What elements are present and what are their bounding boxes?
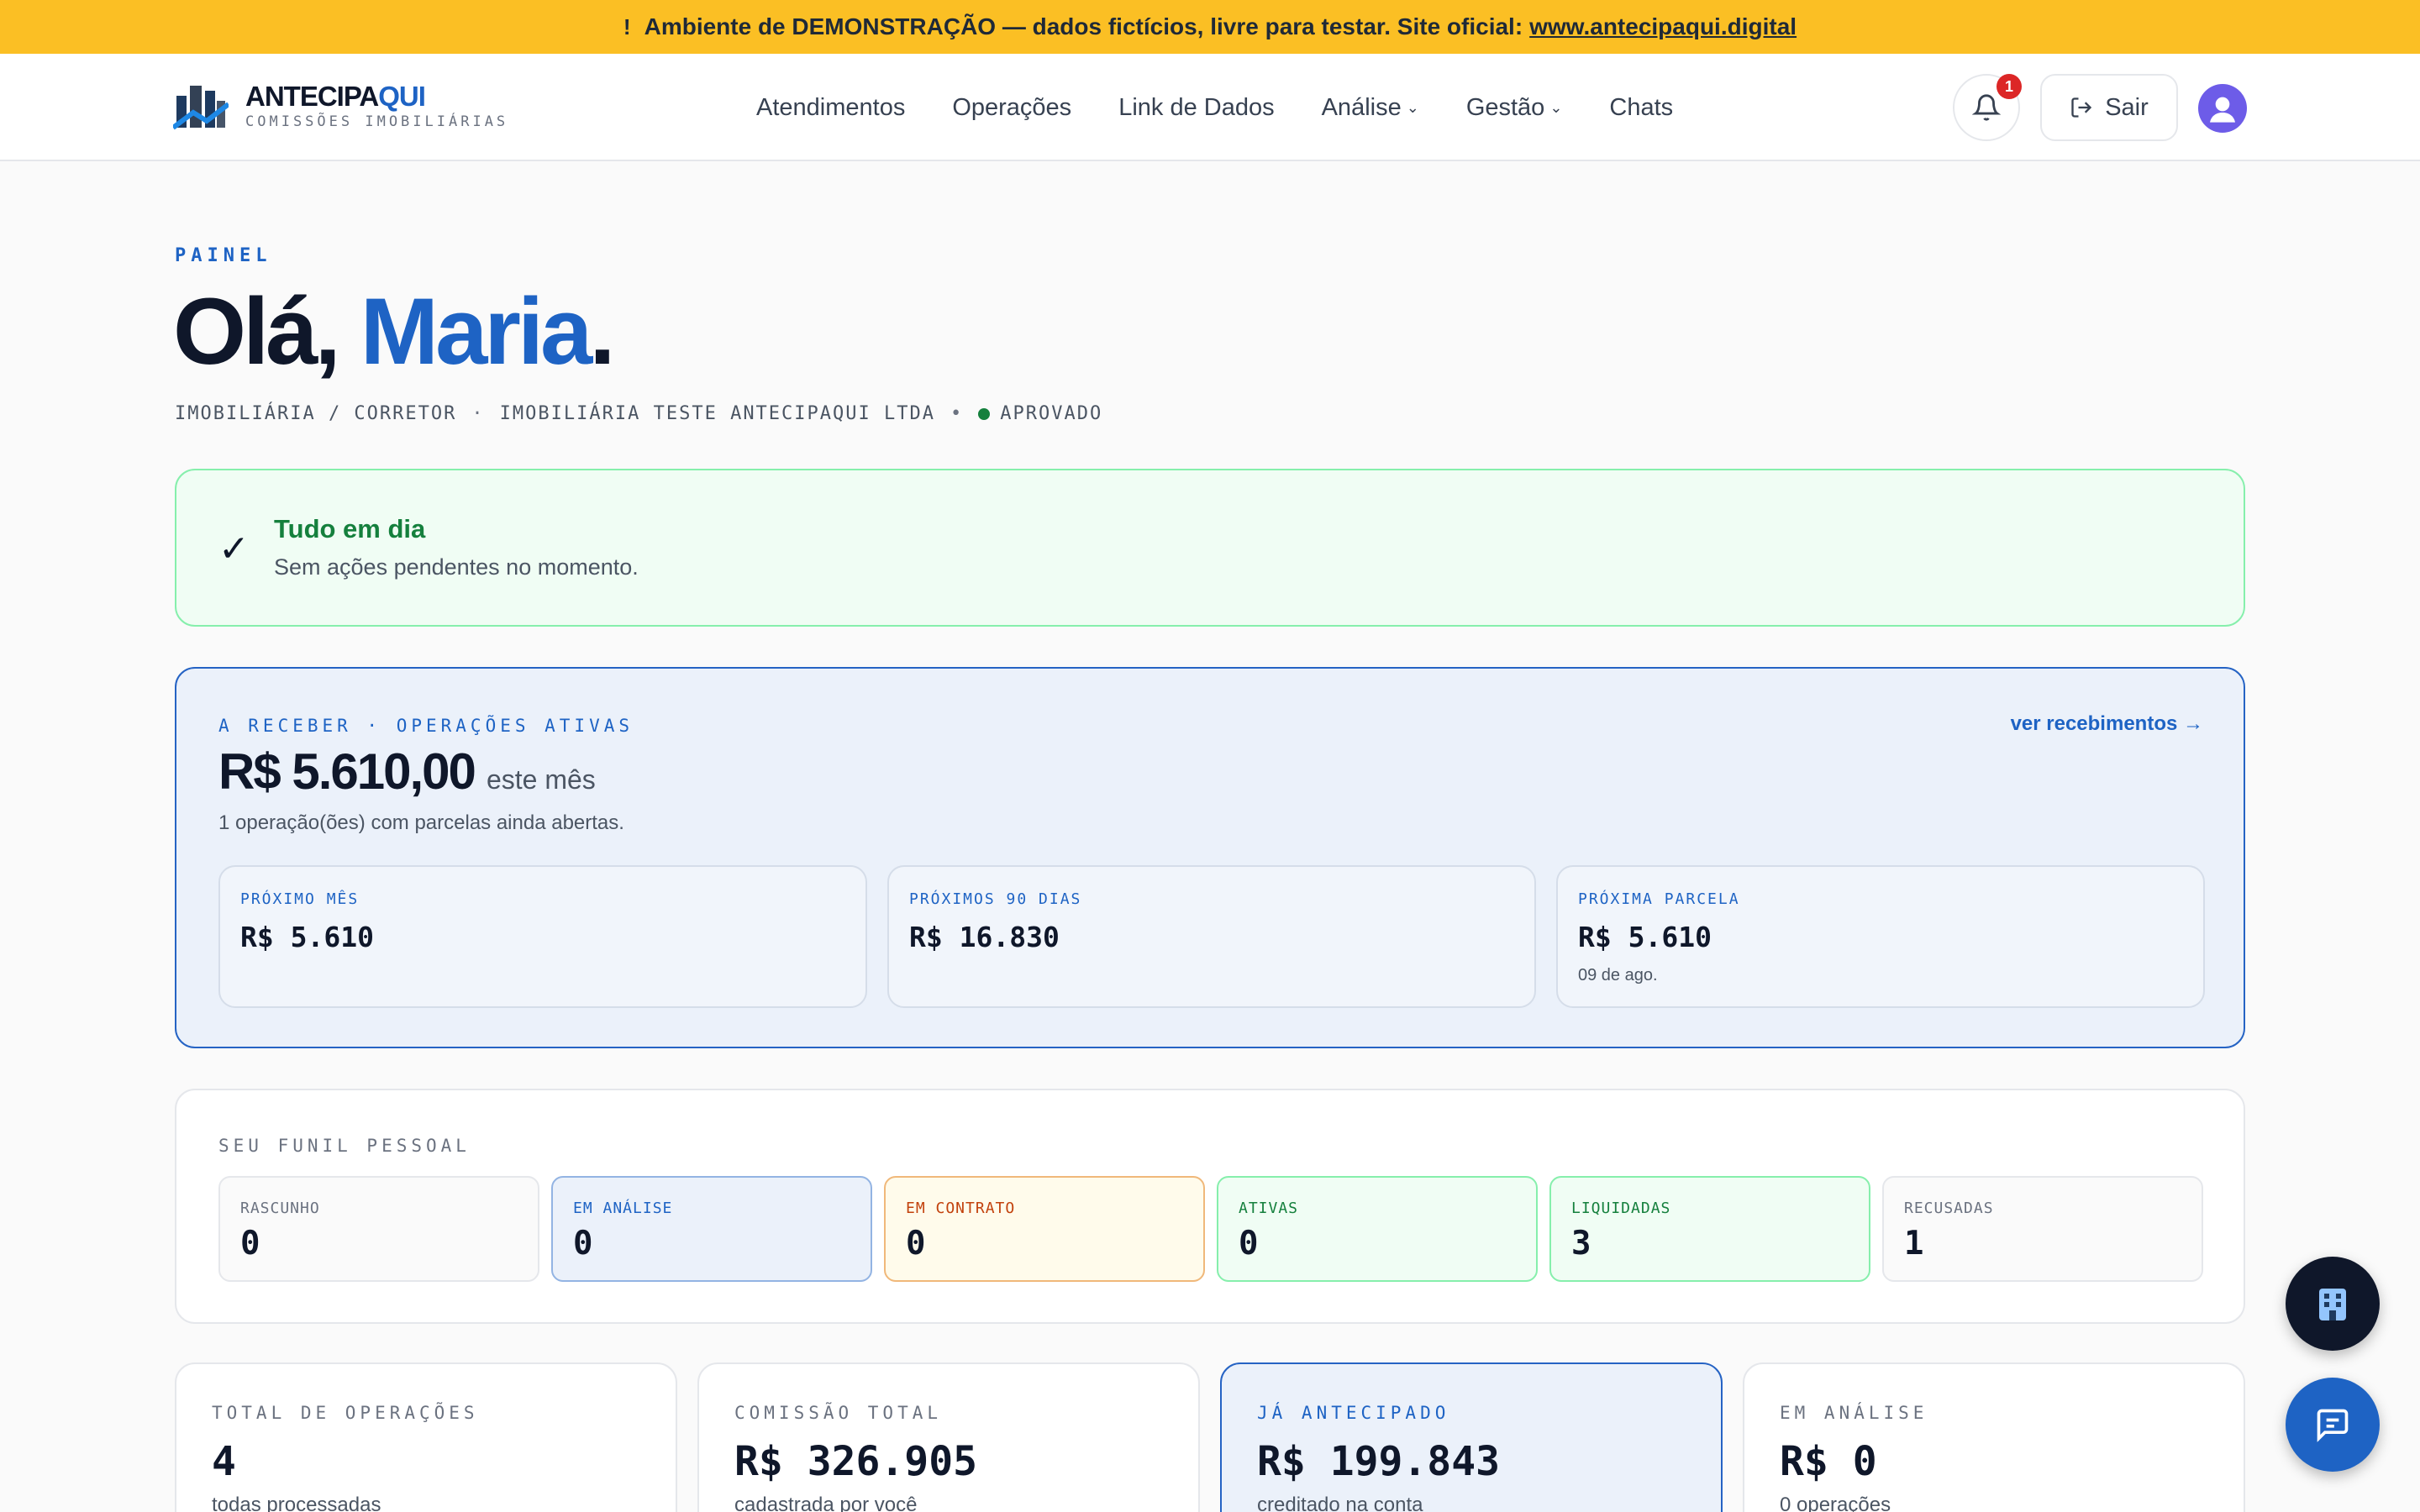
status-dot bbox=[978, 407, 991, 420]
stat-detail: todas processadas bbox=[212, 1494, 381, 1512]
funnel-eyebrow: SEU FUNIL PESSOAL bbox=[218, 1136, 471, 1156]
nav-analise-label: Análise bbox=[1321, 93, 1402, 121]
stat-already-advanced: JÁ ANTECIPADO R$ 199.843 creditado na co… bbox=[1220, 1362, 1723, 1512]
stat-detail: creditado na conta bbox=[1257, 1494, 1423, 1512]
demo-banner: ! Ambiente de DEMONSTRAÇÃO — dados fictí… bbox=[0, 0, 2420, 54]
card-label: PRÓXIMA PARCELA bbox=[1578, 890, 1740, 908]
nav-gestao-label: Gestão bbox=[1465, 93, 1545, 121]
stat-label: COMISSÃO TOTAL bbox=[734, 1403, 943, 1423]
stage-value: 0 bbox=[906, 1225, 926, 1263]
stat-value: R$ 199.843 bbox=[1257, 1438, 1500, 1485]
status-badge: APROVADO bbox=[1000, 403, 1103, 424]
logout-icon bbox=[2071, 97, 2092, 118]
official-site-link[interactable]: www.antecipaqui.digital bbox=[1529, 13, 1797, 40]
page-eyebrow: PAINEL bbox=[175, 245, 272, 266]
notifications-button[interactable]: 1 bbox=[1953, 74, 2022, 141]
stage-label: ATIVAS bbox=[1239, 1200, 1299, 1217]
stage-value: 0 bbox=[1239, 1225, 1259, 1263]
funnel-stage-draft[interactable]: RASCUNHO 0 bbox=[218, 1176, 539, 1282]
stat-value: R$ 0 bbox=[1780, 1438, 1877, 1485]
assistant-avatar-icon bbox=[2319, 1289, 2346, 1320]
stage-value: 1 bbox=[1904, 1225, 1924, 1263]
stat-value: R$ 326.905 bbox=[734, 1438, 977, 1485]
logout-button[interactable]: Sair bbox=[2040, 74, 2178, 141]
next-installment-card: PRÓXIMA PARCELA R$ 5.610 09 de ago. bbox=[1556, 865, 2205, 1008]
view-receivables-link[interactable]: ver recebimentos → bbox=[2011, 712, 2203, 736]
stage-label: EM CONTRATO bbox=[906, 1200, 1016, 1217]
alert-title: Tudo em dia bbox=[274, 514, 426, 543]
nav-analise[interactable]: Análise ⌄ bbox=[1322, 89, 1419, 126]
funnel-stage-settled[interactable]: LIQUIDADAS 3 bbox=[1549, 1176, 1870, 1282]
stat-label: TOTAL DE OPERAÇÕES bbox=[212, 1403, 479, 1423]
nav-gestao[interactable]: Gestão ⌄ bbox=[1466, 89, 1563, 126]
funnel-stage-analysis[interactable]: EM ANÁLISE 0 bbox=[551, 1176, 872, 1282]
receivables-eyebrow: A RECEBER · OPERAÇÕES ATIVAS bbox=[218, 716, 634, 736]
logout-label: Sair bbox=[2105, 93, 2149, 121]
next-month-card: PRÓXIMO MÊS R$ 5.610 bbox=[218, 865, 867, 1008]
brand-name: ANTECIPAQUI bbox=[245, 81, 426, 112]
stage-label: EM ANÁLISE bbox=[573, 1200, 673, 1217]
receivables-card: A RECEBER · OPERAÇÕES ATIVAS ver recebim… bbox=[175, 667, 2245, 1048]
chevron-down-icon: ⌄ bbox=[1406, 98, 1419, 116]
funnel-stage-active[interactable]: ATIVAS 0 bbox=[1217, 1176, 1538, 1282]
brand-tagline: COMISSÕES IMOBILIÁRIAS bbox=[245, 113, 509, 130]
card-value: R$ 5.610 bbox=[1578, 921, 1712, 953]
stat-label: EM ANÁLISE bbox=[1780, 1403, 1928, 1423]
stage-value: 0 bbox=[240, 1225, 260, 1263]
checkmark-icon: ✓ bbox=[218, 528, 250, 570]
assistant-button[interactable] bbox=[2286, 1257, 2380, 1351]
receivables-description: 1 operação(ões) com parcelas ainda abert… bbox=[218, 811, 624, 834]
receivables-amount: R$ 5.610,00 este mês bbox=[218, 743, 596, 801]
funnel-stage-rejected[interactable]: RECUSADAS 1 bbox=[1882, 1176, 2203, 1282]
chat-button[interactable] bbox=[2286, 1378, 2380, 1472]
brand-logo[interactable]: ANTECIPAQUI COMISSÕES IMOBILIÁRIAS bbox=[173, 79, 508, 133]
stat-total-commission: COMISSÃO TOTAL R$ 326.905 cadastrada por… bbox=[697, 1362, 1200, 1512]
user-name: Maria bbox=[360, 279, 593, 384]
warning-icon: ! bbox=[623, 13, 631, 39]
stat-total-operations: TOTAL DE OPERAÇÕES 4 todas processadas bbox=[175, 1362, 677, 1512]
stat-detail: cadastrada por você bbox=[734, 1494, 918, 1512]
account-role: IMOBILIÁRIA / CORRETOR bbox=[175, 403, 457, 424]
receivables-suffix: este mês bbox=[486, 764, 596, 795]
next-90-days-card: PRÓXIMOS 90 DIAS R$ 16.830 bbox=[887, 865, 1536, 1008]
card-detail: 09 de ago. bbox=[1578, 966, 1658, 984]
chevron-down-icon: ⌄ bbox=[1549, 98, 1563, 116]
card-value: R$ 5.610 bbox=[240, 921, 374, 953]
alert-message: Sem ações pendentes no momento. bbox=[274, 554, 639, 580]
stat-in-analysis: EM ANÁLISE R$ 0 0 operações bbox=[1743, 1362, 2245, 1512]
stat-detail: 0 operações bbox=[1780, 1494, 1891, 1512]
stage-value: 0 bbox=[573, 1225, 593, 1263]
nav-chats[interactable]: Chats bbox=[1609, 89, 1673, 126]
nav-operacoes[interactable]: Operações bbox=[952, 89, 1071, 126]
card-value: R$ 16.830 bbox=[909, 921, 1060, 953]
avatar[interactable] bbox=[2198, 84, 2247, 133]
account-company: IMOBILIÁRIA TESTE ANTECIPAQUI LTDA bbox=[499, 403, 935, 424]
personal-funnel: SEU FUNIL PESSOAL RASCUNHO 0 EM ANÁLISE … bbox=[175, 1089, 2245, 1324]
nav-atendimentos[interactable]: Atendimentos bbox=[756, 89, 905, 126]
notification-count-badge: 1 bbox=[1996, 74, 2022, 99]
user-icon bbox=[2210, 97, 2235, 123]
main-menu: Atendimentos Operações Link de Dados Aná… bbox=[756, 89, 1720, 126]
stage-label: LIQUIDADAS bbox=[1571, 1200, 1671, 1217]
top-navbar: ANTECIPAQUI COMISSÕES IMOBILIÁRIAS Atend… bbox=[0, 54, 2420, 161]
page-title: Olá, Maria. bbox=[173, 279, 615, 384]
stat-value: 4 bbox=[212, 1438, 236, 1485]
bell-icon bbox=[1972, 94, 2001, 121]
stage-label: RECUSADAS bbox=[1904, 1200, 1994, 1217]
funnel-stage-contract[interactable]: EM CONTRATO 0 bbox=[884, 1176, 1205, 1282]
receivables-value: R$ 5.610,00 bbox=[218, 743, 476, 800]
buildings-logo-icon bbox=[173, 86, 229, 130]
card-label: PRÓXIMOS 90 DIAS bbox=[909, 890, 1082, 908]
stat-label: JÁ ANTECIPADO bbox=[1257, 1403, 1450, 1423]
status-alert: ✓ Tudo em dia Sem ações pendentes no mom… bbox=[175, 469, 2245, 627]
account-info: IMOBILIÁRIA / CORRETOR · IMOBILIÁRIA TES… bbox=[175, 403, 1103, 424]
stage-value: 3 bbox=[1571, 1225, 1591, 1263]
card-label: PRÓXIMO MÊS bbox=[240, 890, 360, 908]
nav-link-de-dados[interactable]: Link de Dados bbox=[1118, 89, 1274, 126]
stage-label: RASCUNHO bbox=[240, 1200, 320, 1217]
chat-bubble-icon bbox=[2317, 1409, 2349, 1442]
banner-text: Ambiente de DEMONSTRAÇÃO — dados fictíci… bbox=[644, 13, 1523, 39]
